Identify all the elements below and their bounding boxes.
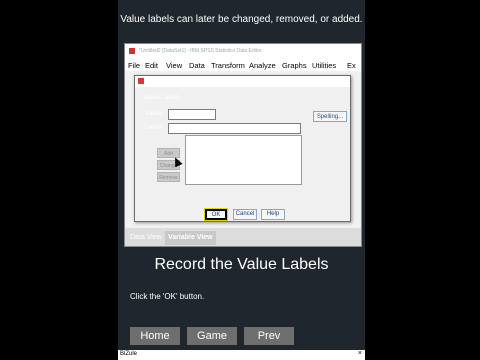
brand-label: BiZule xyxy=(120,351,138,357)
tab-variable-view[interactable]: Variable View xyxy=(165,231,216,245)
list-item[interactable]: 2.00 = "During the Year" xyxy=(186,146,301,156)
menu-view[interactable]: View xyxy=(166,61,182,70)
game-button[interactable]: Game xyxy=(187,327,237,345)
window-title: *Untitled2 [DataSet1] - IBM SPSS Statist… xyxy=(139,48,262,54)
view-tab-bar: Data View Variable View xyxy=(125,228,361,246)
value-labels-group-label: Value Labels xyxy=(143,94,181,101)
list-item[interactable]: 1.00 = "Wish I Could" xyxy=(186,136,301,146)
help-button[interactable]: Help xyxy=(261,209,285,220)
spss-screenshot: *Untitled2 [DataSet1] - IBM SPSS Statist… xyxy=(124,43,362,247)
menu-analyze[interactable]: Analyze xyxy=(249,61,276,70)
menu-data[interactable]: Data xyxy=(189,61,205,70)
label-input[interactable] xyxy=(168,123,301,134)
menu-file[interactable]: File xyxy=(128,61,140,70)
close-icon[interactable]: × xyxy=(340,75,345,86)
spelling-button[interactable]: Spelling... xyxy=(313,111,347,122)
menu-transform[interactable]: Transform xyxy=(211,61,245,70)
step-heading: Record the Value Labels xyxy=(154,256,329,273)
close-icon[interactable]: × xyxy=(358,350,362,357)
label-label: Label: xyxy=(145,124,163,131)
value-label: Value: xyxy=(145,110,163,117)
home-button[interactable]: Home xyxy=(130,327,180,345)
dialog-app-icon xyxy=(138,78,144,84)
list-item[interactable]: 4.00 = "Every Week" xyxy=(186,166,301,176)
remove-button[interactable]: Remove xyxy=(157,172,180,182)
list-item[interactable]: 5.00 = "Everyday" xyxy=(186,176,301,186)
value-labels-dialog: Value Labels × Value Labels Value: Label… xyxy=(134,75,351,222)
list-item[interactable]: 3.00 = "Every Month" xyxy=(186,156,301,166)
value-input[interactable] xyxy=(168,109,216,120)
value-label-list[interactable]: 1.00 = "Wish I Could" 2.00 = "During the… xyxy=(185,135,302,185)
lesson-app: Value labels can later be changed, remov… xyxy=(118,0,365,360)
window-title-bar: *Untitled2 [DataSet1] - IBM SPSS Statist… xyxy=(125,44,361,58)
dialog-title-bar: Value Labels × xyxy=(135,76,350,87)
step-instruction: Click the 'OK' button. xyxy=(130,292,205,301)
bottom-bar: BiZule × xyxy=(118,350,365,360)
menu-extensions[interactable]: Ex xyxy=(347,61,356,70)
menu-graphs[interactable]: Graphs xyxy=(282,61,307,70)
tab-data-view[interactable]: Data View xyxy=(127,231,165,245)
intro-text: Value labels can later be changed, remov… xyxy=(120,14,363,25)
cancel-button[interactable]: Cancel xyxy=(233,209,257,220)
ok-button[interactable]: OK xyxy=(204,208,228,221)
menu-edit[interactable]: Edit xyxy=(145,61,158,70)
menu-bar: File Edit View Data Transform Analyze Gr… xyxy=(125,59,361,71)
prev-button[interactable]: Prev xyxy=(244,327,294,345)
menu-utilities[interactable]: Utilities xyxy=(312,61,336,70)
dialog-title: Value Labels xyxy=(147,78,185,85)
spss-logo-icon xyxy=(129,48,135,54)
